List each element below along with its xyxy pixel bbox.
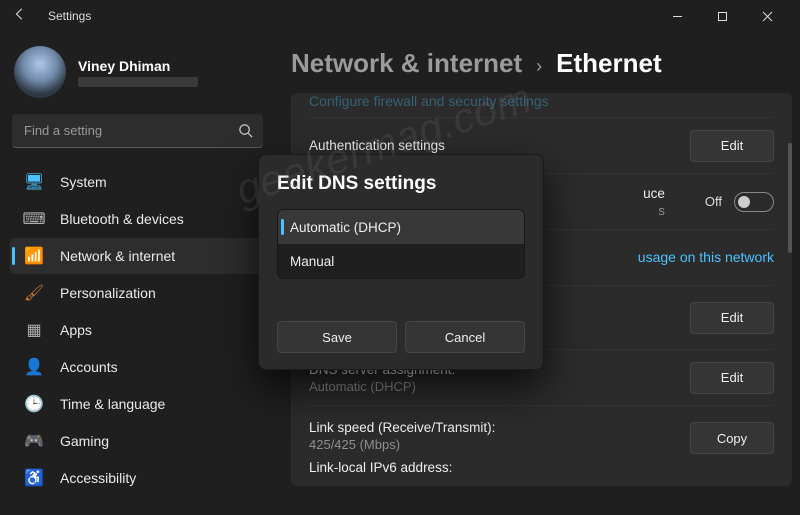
dialog-save-button[interactable]: Save — [277, 321, 397, 353]
back-button[interactable] — [10, 7, 30, 26]
row-link-speed: Link speed (Receive/Transmit): 425/425 (… — [309, 405, 774, 486]
dns-option-automatic[interactable]: Automatic (DHCP) — [278, 210, 524, 244]
profile-email-redacted — [78, 77, 198, 87]
time-language-icon: 🕒 — [24, 394, 44, 414]
metered-sub-partial: s — [643, 203, 665, 218]
close-button[interactable] — [745, 1, 790, 31]
dns-edit-button[interactable]: Edit — [690, 362, 774, 394]
sidebar-item-label: Apps — [60, 322, 92, 338]
sidebar-item-accounts[interactable]: 👤 Accounts — [10, 349, 265, 385]
sidebar-item-label: Accessibility — [60, 470, 136, 486]
sidebar-item-label: Personalization — [60, 285, 156, 301]
sidebar: Viney Dhiman 🖥 System ⌨ Bluetooth & devices… — [0, 32, 275, 515]
data-limit-link[interactable]: usage on this network — [638, 249, 774, 265]
ipv6-label: Link-local IPv6 address: — [309, 460, 495, 475]
breadcrumb-current: Ethernet — [556, 48, 661, 79]
dialog-title: Edit DNS settings — [277, 173, 525, 195]
accessibility-icon: ♿ — [24, 468, 44, 488]
breadcrumb: Network & internet › Ethernet — [291, 48, 792, 79]
avatar — [14, 46, 66, 98]
breadcrumb-separator: › — [536, 56, 542, 77]
auth-edit-button[interactable]: Edit — [690, 130, 774, 162]
sidebar-item-gaming[interactable]: 🎮 Gaming — [10, 423, 265, 459]
personalization-icon: 🖌 — [24, 283, 44, 303]
search-box[interactable] — [12, 114, 263, 148]
edit-dns-dialog: Edit DNS settings Automatic (DHCP) Manua… — [258, 154, 544, 370]
copy-button[interactable]: Copy — [690, 422, 774, 454]
sidebar-item-apps[interactable]: ▦ Apps — [10, 312, 265, 348]
sidebar-item-accessibility[interactable]: ♿ Accessibility — [10, 460, 265, 496]
metered-label-partial: uce — [643, 186, 665, 201]
gaming-icon: 🎮 — [24, 431, 44, 451]
sidebar-item-personalization[interactable]: 🖌 Personalization — [10, 275, 265, 311]
scrollbar-track[interactable] — [786, 93, 792, 513]
sidebar-item-system[interactable]: 🖥 System — [10, 164, 265, 200]
ip-edit-button[interactable]: Edit — [690, 302, 774, 334]
titlebar: Settings — [0, 0, 800, 32]
sidebar-item-bluetooth-devices[interactable]: ⌨ Bluetooth & devices — [10, 201, 265, 237]
sidebar-item-label: Accounts — [60, 359, 118, 375]
apps-icon: ▦ — [24, 320, 44, 340]
sidebar-item-network-internet[interactable]: 📶 Network & internet — [10, 238, 265, 274]
metered-toggle[interactable] — [734, 192, 774, 212]
search-input[interactable] — [12, 114, 263, 148]
maximize-button[interactable] — [700, 1, 745, 31]
sidebar-item-label: Gaming — [60, 433, 109, 449]
nav: 🖥 System ⌨ Bluetooth & devices 📶 Network & in… — [10, 164, 265, 496]
window-title: Settings — [48, 9, 91, 23]
auth-label: Authentication settings — [309, 138, 445, 153]
link-speed-value: 425/425 (Mbps) — [309, 437, 495, 452]
scrollbar-thumb[interactable] — [788, 143, 792, 253]
dns-mode-dropdown[interactable]: Automatic (DHCP) Manual — [277, 209, 525, 279]
dns-sub: Automatic (DHCP) — [309, 379, 455, 394]
system-icon: 🖥 — [24, 172, 44, 192]
sidebar-item-label: Network & internet — [60, 248, 175, 264]
sidebar-item-label: Time & language — [60, 396, 165, 412]
breadcrumb-parent[interactable]: Network & internet — [291, 48, 522, 79]
accounts-icon: 👤 — [24, 357, 44, 377]
wifi-icon: 📶 — [24, 246, 44, 266]
minimize-button[interactable] — [655, 1, 700, 31]
dns-option-manual[interactable]: Manual — [278, 244, 524, 278]
metered-toggle-label: Off — [705, 194, 722, 209]
sidebar-item-time-language[interactable]: 🕒 Time & language — [10, 386, 265, 422]
dialog-cancel-button[interactable]: Cancel — [405, 321, 525, 353]
firewall-link[interactable]: Configure firewall and security settings — [309, 93, 549, 109]
link-speed-label: Link speed (Receive/Transmit): — [309, 420, 495, 435]
search-icon — [238, 123, 253, 143]
profile-name: Viney Dhiman — [78, 58, 198, 74]
sidebar-item-label: Bluetooth & devices — [60, 211, 184, 227]
profile-block[interactable]: Viney Dhiman — [10, 40, 265, 114]
bluetooth-icon: ⌨ — [24, 209, 44, 229]
sidebar-item-label: System — [60, 174, 107, 190]
